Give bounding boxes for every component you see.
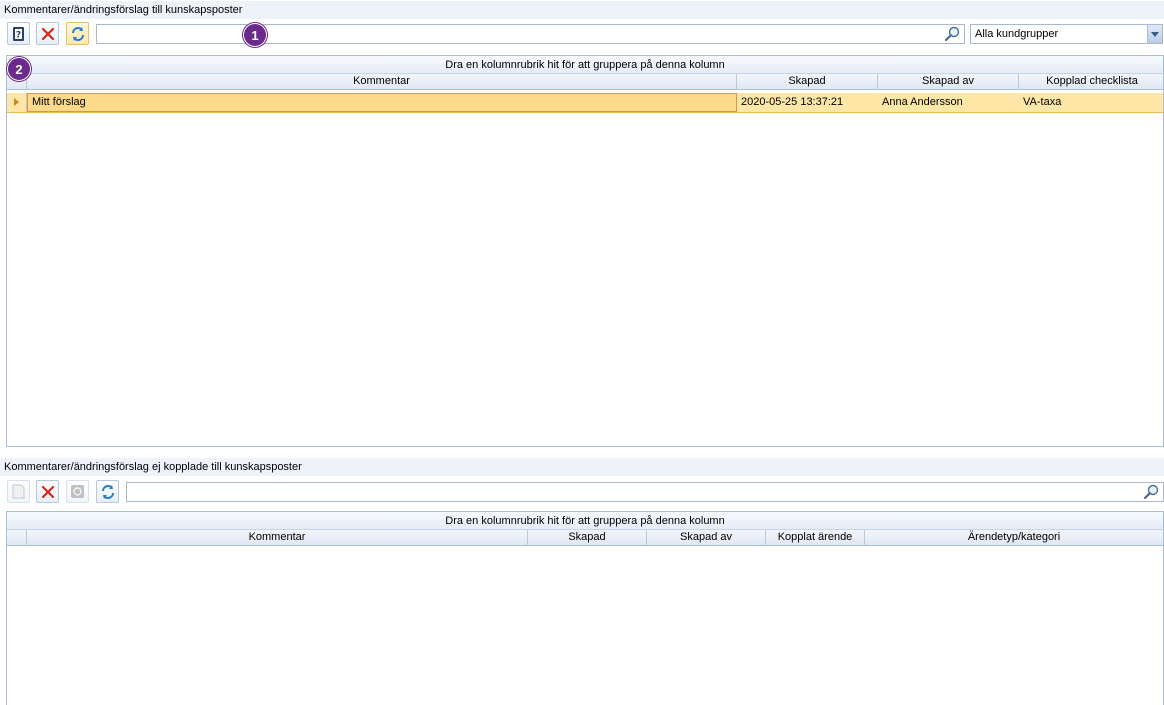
- customer-group-value: Alla kundgrupper: [975, 28, 1059, 40]
- column-header-kommentar[interactable]: Kommentar: [27, 74, 737, 90]
- table-row[interactable]: Mitt förslag 2020-05-25 13:37:21 Anna An…: [7, 93, 1163, 113]
- magnifier-icon[interactable]: [1142, 484, 1160, 500]
- callout-badge-1: 1: [243, 23, 267, 47]
- red-x-icon: [41, 27, 54, 40]
- help-button[interactable]: ?: [7, 22, 30, 45]
- column-header-skapad[interactable]: Skapad: [528, 530, 647, 546]
- document-icon: [12, 484, 25, 499]
- top-toolbar: ? Alla kundgrupper: [0, 19, 1164, 49]
- refresh-unlinked-button[interactable]: [96, 480, 119, 503]
- row-indicator-icon: [7, 93, 27, 112]
- top-grid-header: Kommentar Skapad Skapad av Kopplad check…: [7, 74, 1163, 90]
- top-search-box: [96, 24, 965, 44]
- top-search-input[interactable]: [97, 25, 940, 43]
- bottom-toolbar: [0, 477, 1164, 507]
- bottom-search-input[interactable]: [127, 483, 1139, 501]
- refresh-button[interactable]: [66, 22, 89, 45]
- callout-badge-2: 2: [7, 57, 31, 81]
- column-header-kopplad-checklista[interactable]: Kopplad checklista: [1019, 74, 1164, 90]
- column-header-skapad-av[interactable]: Skapad av: [647, 530, 766, 546]
- cell-kommentar[interactable]: Mitt förslag: [27, 93, 737, 112]
- link-icon: [71, 485, 84, 498]
- bottom-group-panel[interactable]: Dra en kolumnrubrik hit för att gruppera…: [7, 512, 1163, 530]
- red-x-icon: [41, 485, 54, 498]
- column-header-skapad[interactable]: Skapad: [737, 74, 878, 90]
- magnifier-icon[interactable]: [943, 26, 961, 42]
- link-button[interactable]: [66, 480, 89, 503]
- customer-group-select[interactable]: Alla kundgrupper: [970, 24, 1163, 44]
- bottom-grid: Dra en kolumnrubrik hit för att gruppera…: [6, 511, 1164, 705]
- column-header-skapad-av[interactable]: Skapad av: [878, 74, 1019, 90]
- cell-kopplad-checklista[interactable]: VA-taxa: [1019, 93, 1163, 112]
- bottom-section-title: Kommentarer/ändringsförslag ej kopplade …: [0, 458, 1164, 476]
- column-header-kommentar[interactable]: Kommentar: [27, 530, 528, 546]
- indicator-column-header: [7, 530, 27, 546]
- refresh-arrows-icon: [101, 484, 114, 499]
- bottom-search-box: [126, 482, 1164, 502]
- bottom-grid-header: Kommentar Skapad Skapad av Kopplat ärend…: [7, 530, 1163, 546]
- column-header-kopplat-arende[interactable]: Kopplat ärende: [766, 530, 865, 546]
- svg-text:?: ?: [16, 30, 21, 40]
- top-group-panel[interactable]: Dra en kolumnrubrik hit för att gruppera…: [7, 56, 1163, 74]
- chevron-down-icon[interactable]: [1147, 25, 1162, 43]
- top-section-title: Kommentarer/ändringsförslag till kunskap…: [0, 1, 1164, 19]
- new-button[interactable]: [7, 480, 30, 503]
- delete-unlinked-button[interactable]: [36, 480, 59, 503]
- delete-button[interactable]: [36, 22, 59, 45]
- help-book-icon: ?: [13, 26, 24, 41]
- refresh-arrows-icon: [71, 26, 84, 41]
- cell-skapad[interactable]: 2020-05-25 13:37:21: [737, 93, 878, 112]
- cell-skapad-av[interactable]: Anna Andersson: [878, 93, 1019, 112]
- top-grid: Dra en kolumnrubrik hit för att gruppera…: [6, 55, 1164, 447]
- column-header-arendetyp-kategori[interactable]: Ärendetyp/kategori: [865, 530, 1163, 546]
